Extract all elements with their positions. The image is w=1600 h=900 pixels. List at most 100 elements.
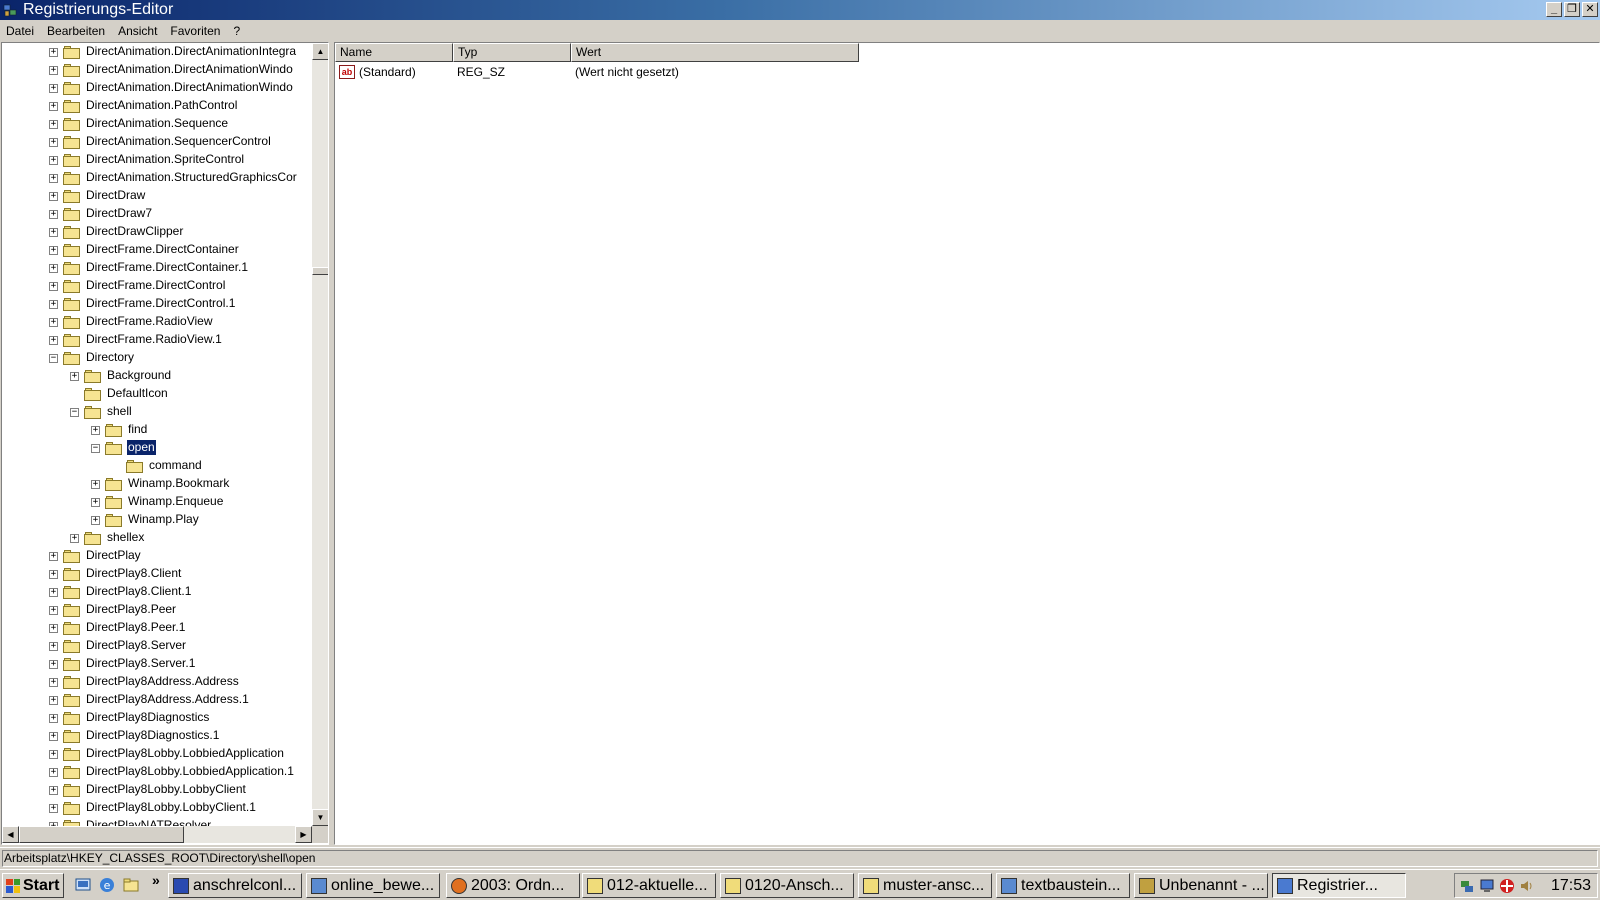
scroll-down-button[interactable]: ▼ — [312, 809, 328, 826]
tree-node-label[interactable]: find — [127, 422, 148, 437]
taskbar-button[interactable]: 2003: Ordn... — [446, 873, 580, 898]
expand-icon[interactable]: + — [49, 714, 58, 723]
taskbar-button[interactable]: online_bewe... — [306, 873, 440, 898]
menu-datei[interactable]: Datei — [0, 24, 41, 38]
tree-node-label[interactable]: DirectAnimation.Sequence — [85, 116, 229, 131]
tree-node-label[interactable]: open — [126, 439, 157, 456]
expand-icon[interactable]: + — [49, 48, 58, 57]
tree-node-label[interactable]: DirectDraw — [85, 188, 146, 203]
clock[interactable]: 17:53 — [1551, 877, 1591, 895]
expand-icon[interactable]: + — [91, 516, 100, 525]
taskbar-button[interactable]: muster-ansc... — [858, 873, 992, 898]
tree-node-label[interactable]: DirectPlay8.Peer.1 — [85, 620, 186, 635]
close-button[interactable]: ✕ — [1582, 2, 1598, 17]
tree-node-label[interactable]: DirectAnimation.SequencerControl — [85, 134, 272, 149]
tree-node-label[interactable]: DirectAnimation.DirectAnimationIntegra — [85, 44, 297, 59]
tree-node-label[interactable]: Directory — [85, 350, 135, 365]
tree-node[interactable]: − Directory — [2, 349, 312, 367]
expand-icon[interactable]: + — [49, 138, 58, 147]
tree-node[interactable]: + shellex — [2, 529, 312, 547]
expand-icon[interactable]: + — [49, 588, 58, 597]
expand-icon[interactable]: + — [70, 372, 79, 381]
tree-node[interactable]: + DirectPlay8Lobby.LobbiedApplication — [2, 745, 312, 763]
expand-icon[interactable]: + — [91, 498, 100, 507]
tree-node-label[interactable]: DirectAnimation.SpriteControl — [85, 152, 245, 167]
tree-node-label[interactable]: Winamp.Enqueue — [127, 494, 224, 509]
tree-node[interactable]: + DirectPlayNATResolver — [2, 817, 312, 826]
taskbar-button[interactable]: Registrier... — [1272, 873, 1406, 898]
restore-button[interactable]: ❐ — [1564, 2, 1580, 17]
expand-icon[interactable]: + — [49, 264, 58, 273]
scroll-up-button[interactable]: ▲ — [312, 43, 328, 60]
tree-node[interactable]: + DirectAnimation.SpriteControl — [2, 151, 312, 169]
tree-node[interactable]: + DirectPlay8Address.Address — [2, 673, 312, 691]
tree-node-label[interactable]: DirectAnimation.PathControl — [85, 98, 238, 113]
expand-icon[interactable]: + — [70, 534, 79, 543]
expand-icon[interactable]: + — [49, 84, 58, 93]
expand-icon[interactable]: + — [49, 228, 58, 237]
tree-node[interactable]: + DirectPlay — [2, 547, 312, 565]
tree-node-label[interactable]: DirectAnimation.DirectAnimationWindo — [85, 62, 294, 77]
expand-icon[interactable]: + — [49, 804, 58, 813]
tree-node[interactable]: + DirectFrame.RadioView.1 — [2, 331, 312, 349]
tree-node-label[interactable]: DirectPlay8.Server.1 — [85, 656, 196, 671]
tree-node[interactable]: + Background — [2, 367, 312, 385]
quicklaunch-chevron-icon[interactable]: » — [152, 872, 160, 888]
tree-node[interactable]: DefaultIcon — [2, 385, 312, 403]
tree-node[interactable]: + DirectAnimation.DirectAnimationWindo — [2, 79, 312, 97]
expand-icon[interactable]: + — [49, 606, 58, 615]
tree-node[interactable]: + DirectPlay8Diagnostics — [2, 709, 312, 727]
expand-icon[interactable]: + — [49, 192, 58, 201]
list-row[interactable]: ab (Standard) REG_SZ (Wert nicht gesetzt… — [335, 63, 859, 81]
tree-node-label[interactable]: DirectPlay — [85, 548, 142, 563]
tree-node[interactable]: + DirectPlay8Lobby.LobbyClient — [2, 781, 312, 799]
scroll-left-button[interactable]: ◀ — [2, 826, 19, 843]
tree-node[interactable]: + find — [2, 421, 312, 439]
tree-node[interactable]: + DirectPlay8.Server — [2, 637, 312, 655]
tree-node-label[interactable]: shellex — [106, 530, 145, 545]
tree-node-label[interactable]: DirectPlay8Diagnostics — [85, 710, 210, 725]
tree-horizontal-scrollbar[interactable]: ◀ ▶ — [2, 826, 312, 843]
tree-node[interactable]: + DirectAnimation.DirectAnimationWindo — [2, 61, 312, 79]
tree-node[interactable]: + DirectFrame.DirectControl — [2, 277, 312, 295]
tree-node-label[interactable]: DirectFrame.RadioView — [85, 314, 214, 329]
tree-node-label[interactable]: shell — [106, 404, 133, 419]
tree-vertical-scrollbar[interactable]: ▲ ▼ — [312, 43, 328, 826]
tree-node-label[interactable]: DirectFrame.DirectControl — [85, 278, 226, 293]
tree-node-label[interactable]: DirectDrawClipper — [85, 224, 184, 239]
tree-node[interactable]: + DirectPlay8.Peer — [2, 601, 312, 619]
tree-node-label[interactable]: DirectPlay8Lobby.LobbiedApplication — [85, 746, 285, 761]
tree-node-label[interactable]: DirectPlay8.Server — [85, 638, 187, 653]
collapse-icon[interactable]: − — [49, 354, 58, 363]
registry-tree-pane[interactable]: + DirectAnimation.DirectAnimationIntegra +… — [1, 42, 329, 845]
expand-icon[interactable]: + — [49, 102, 58, 111]
tree-node-label[interactable]: DirectAnimation.DirectAnimationWindo — [85, 80, 294, 95]
tree-node[interactable]: − shell — [2, 403, 312, 421]
collapse-icon[interactable]: − — [91, 444, 100, 453]
tree-vertical-scroll-thumb[interactable] — [312, 267, 328, 275]
expand-icon[interactable]: + — [91, 426, 100, 435]
menu-ansicht[interactable]: Ansicht — [112, 24, 164, 38]
title-bar[interactable]: Registrierungs-Editor _ ❐ ✕ — [0, 0, 1600, 20]
tree-node[interactable]: + Winamp.Play — [2, 511, 312, 529]
expand-icon[interactable]: + — [91, 480, 100, 489]
expand-icon[interactable]: + — [49, 750, 58, 759]
volume-icon[interactable] — [1519, 878, 1535, 894]
expand-icon[interactable]: + — [49, 300, 58, 309]
expand-icon[interactable]: + — [49, 732, 58, 741]
expand-icon[interactable]: + — [49, 336, 58, 345]
expand-icon[interactable]: + — [49, 246, 58, 255]
tree-node-label[interactable]: DirectPlay8Lobby.LobbiedApplication.1 — [85, 764, 295, 779]
tree-node[interactable]: + DirectAnimation.PathControl — [2, 97, 312, 115]
tree-node[interactable]: + DirectPlay8.Client.1 — [2, 583, 312, 601]
tree-node-label[interactable]: DirectPlay8.Client — [85, 566, 182, 581]
tree-node[interactable]: + DirectPlay8Lobby.LobbyClient.1 — [2, 799, 312, 817]
tree-node[interactable]: + DirectAnimation.DirectAnimationIntegra — [2, 43, 312, 61]
tree-node-label[interactable]: DirectDraw7 — [85, 206, 153, 221]
expand-icon[interactable]: + — [49, 318, 58, 327]
expand-icon[interactable]: + — [49, 282, 58, 291]
tree-node-label[interactable]: DirectPlay8.Client.1 — [85, 584, 192, 599]
minimize-button[interactable]: _ — [1546, 2, 1562, 17]
tree-node-label[interactable]: Winamp.Bookmark — [127, 476, 230, 491]
expand-icon[interactable]: + — [49, 66, 58, 75]
